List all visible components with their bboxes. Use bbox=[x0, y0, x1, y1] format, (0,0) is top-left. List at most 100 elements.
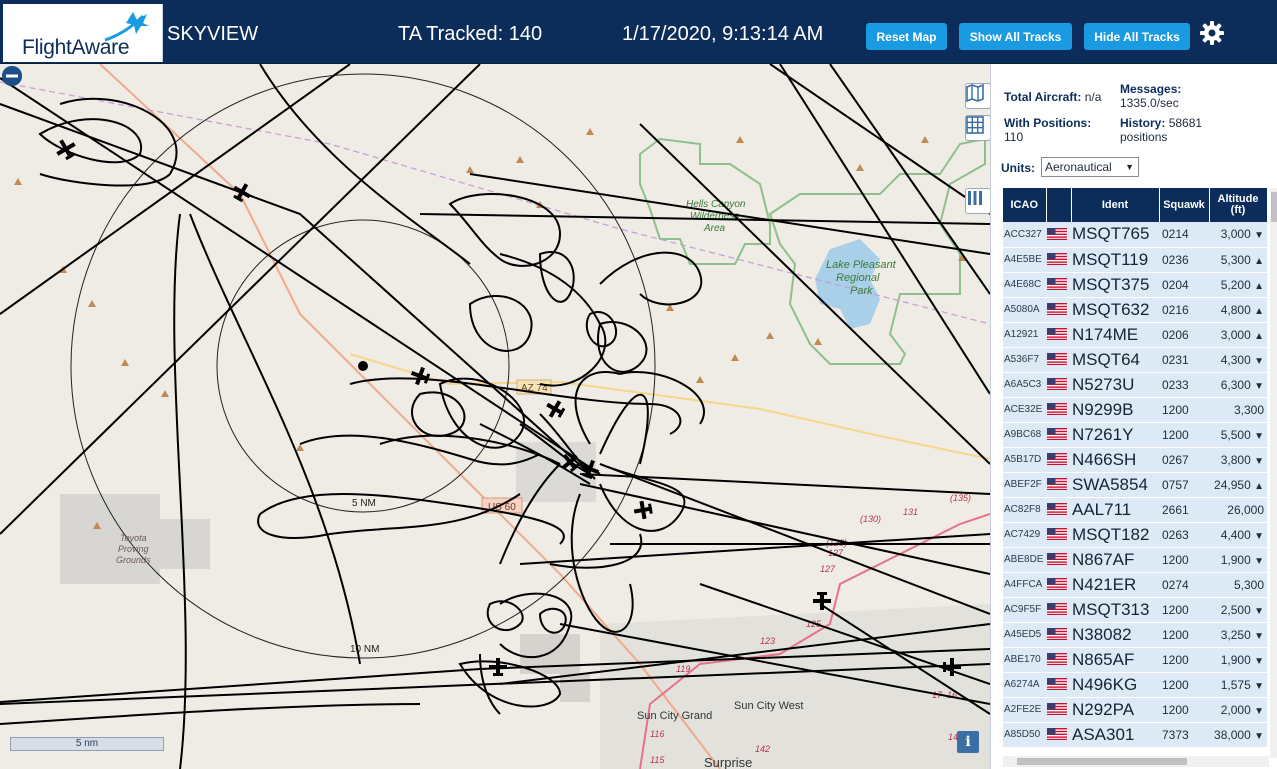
table-row[interactable]: AC7429 MSQT182 0263 4,400 ▼ bbox=[1003, 522, 1267, 548]
map-icon bbox=[966, 84, 984, 102]
table-row[interactable]: A12921 N174ME 0206 3,000 ▲ bbox=[1003, 322, 1267, 348]
table-row[interactable]: ACE32E N9299B 1200 3,300 bbox=[1003, 397, 1267, 423]
show-all-tracks-button[interactable]: Show All Tracks bbox=[959, 23, 1072, 50]
table-row[interactable]: ABE8DE N867AF 1200 1,900 ▼ bbox=[1003, 547, 1267, 573]
us-flag-icon bbox=[1047, 578, 1067, 591]
hide-all-tracks-button[interactable]: Hide All Tracks bbox=[1084, 23, 1190, 50]
aircraft-table-container[interactable]: ICAO Ident Squawk Altitude (ft) ACC327 MSQ… bbox=[1003, 188, 1267, 756]
row-squawk: 7373 bbox=[1159, 722, 1209, 748]
table-row[interactable]: ABEF2F SWA5854 0757 24,950 ▲ bbox=[1003, 472, 1267, 498]
table-row[interactable]: ABE170 N865AF 1200 1,900 ▼ bbox=[1003, 647, 1267, 673]
us-flag-icon bbox=[1047, 728, 1067, 741]
info-icon[interactable]: i bbox=[957, 731, 979, 753]
aircraft-panel: Total Aircraft: n/a Messages: 1335.0/sec… bbox=[990, 64, 1277, 769]
row-icao: A4FFCA bbox=[1003, 572, 1046, 598]
row-altitude: 6,300 ▼ bbox=[1209, 372, 1267, 398]
grid-toggle-button[interactable] bbox=[965, 115, 990, 141]
altitude-trend-icon: ▼ bbox=[1254, 730, 1264, 742]
row-ident: MSQT375 bbox=[1071, 272, 1159, 298]
altitude-trend-icon: ▼ bbox=[1254, 555, 1264, 567]
table-row[interactable]: A9BC68 N7261Y 1200 5,500 ▼ bbox=[1003, 422, 1267, 448]
map-layers-button[interactable] bbox=[965, 83, 990, 109]
column-header-icao[interactable]: ICAO bbox=[1003, 188, 1047, 222]
row-squawk: 1200 bbox=[1159, 422, 1209, 448]
us-flag-icon bbox=[1047, 253, 1067, 266]
row-altitude: 38,000 ▼ bbox=[1209, 722, 1267, 748]
history-value: 58681 bbox=[1168, 116, 1203, 130]
label-r119: 119 bbox=[676, 664, 690, 674]
row-flag bbox=[1046, 297, 1071, 323]
receiver-location-marker bbox=[358, 361, 368, 371]
table-row[interactable]: A4E5BE MSQT119 0236 5,300 ▲ bbox=[1003, 247, 1267, 273]
table-row[interactable]: A536F7 MSQT64 0231 4,300 ▼ bbox=[1003, 347, 1267, 373]
column-header-flag[interactable] bbox=[1046, 188, 1072, 222]
altitude-value: 6,300 bbox=[1220, 377, 1251, 392]
row-squawk: 1200 bbox=[1159, 622, 1209, 648]
columns-toggle-button[interactable] bbox=[965, 188, 990, 214]
table-row[interactable]: AC9F5F MSQT313 1200 2,500 ▼ bbox=[1003, 597, 1267, 623]
aircraft-table: ICAO Ident Squawk Altitude (ft) ACC327 MSQ… bbox=[1003, 188, 1267, 748]
row-altitude: 5,300 ▲ bbox=[1209, 247, 1267, 273]
row-ident: N38082 bbox=[1071, 622, 1159, 648]
map-canvas[interactable]: Hells Canyon Wilderness Area Lake Pleasa… bbox=[0, 64, 990, 769]
map-view[interactable]: Hells Canyon Wilderness Area Lake Pleasa… bbox=[0, 64, 990, 769]
total-aircraft-stat: Total Aircraft: n/a bbox=[1004, 90, 1101, 104]
horizontal-scroll-thumb[interactable] bbox=[1017, 758, 1187, 765]
column-header-altitude[interactable]: Altitude (ft) bbox=[1209, 188, 1267, 222]
horizontal-scrollbar[interactable] bbox=[1003, 756, 1269, 767]
column-header-ident[interactable]: Ident bbox=[1071, 188, 1160, 222]
altitude-value: 3,000 bbox=[1220, 227, 1251, 242]
with-positions-label: With Positions: bbox=[1004, 116, 1092, 130]
row-icao: A85D50 bbox=[1003, 722, 1046, 748]
total-aircraft-value: n/a bbox=[1084, 90, 1102, 104]
table-row[interactable]: A5080A MSQT632 0216 4,800 ▲ bbox=[1003, 297, 1267, 323]
table-row[interactable]: A4E68C MSQT375 0204 5,200 ▲ bbox=[1003, 272, 1267, 298]
settings-gear-icon[interactable] bbox=[1199, 20, 1225, 46]
urban-block bbox=[560, 674, 590, 702]
altitude-value: 1,575 bbox=[1220, 677, 1251, 692]
row-altitude: 2,000 ▼ bbox=[1209, 697, 1267, 723]
table-row[interactable]: A6A5C3 N5273U 0233 6,300 ▼ bbox=[1003, 372, 1267, 398]
us-flag-icon bbox=[1047, 328, 1067, 341]
row-squawk: 2661 bbox=[1159, 497, 1209, 523]
table-row[interactable]: A6274A N496KG 1200 1,575 ▼ bbox=[1003, 672, 1267, 698]
reset-map-button[interactable]: Reset Map bbox=[866, 23, 947, 50]
table-row[interactable]: A4FFCA N421ER 0274 5,300 bbox=[1003, 572, 1267, 598]
altitude-trend-icon: ▲ bbox=[1254, 480, 1264, 492]
us-flag-icon bbox=[1047, 628, 1067, 641]
altitude-trend-icon: ▼ bbox=[1254, 680, 1264, 692]
table-row[interactable]: ACC327 MSQT765 0214 3,000 ▼ bbox=[1003, 222, 1267, 248]
row-flag bbox=[1046, 447, 1071, 473]
messages-label: Messages: bbox=[1120, 82, 1182, 96]
label-r142: 142 bbox=[755, 744, 770, 754]
row-flag bbox=[1046, 722, 1071, 748]
column-header-squawk[interactable]: Squawk bbox=[1159, 188, 1210, 222]
row-squawk: 1200 bbox=[1159, 597, 1209, 623]
vertical-scrollbar[interactable] bbox=[1270, 188, 1277, 758]
vertical-scroll-thumb[interactable] bbox=[1271, 192, 1277, 222]
units-select[interactable]: Aeronautical ▼ bbox=[1041, 157, 1139, 177]
altitude-trend-icon: ▼ bbox=[1254, 530, 1264, 542]
label-lake-3: Park bbox=[850, 285, 873, 297]
row-squawk: 0267 bbox=[1159, 447, 1209, 473]
table-row[interactable]: AC82F8 AAL711 2661 26,000 bbox=[1003, 497, 1267, 523]
altitude-value: 38,000 bbox=[1214, 727, 1251, 742]
with-positions-stat: With Positions: 110 bbox=[1004, 116, 1091, 144]
row-ident: N466SH bbox=[1071, 447, 1159, 473]
total-aircraft-label: Total Aircraft: bbox=[1004, 90, 1082, 104]
row-icao: A2FE2E bbox=[1003, 697, 1046, 723]
us-flag-icon bbox=[1047, 303, 1067, 316]
table-row[interactable]: A5B17D N466SH 0267 3,800 ▼ bbox=[1003, 447, 1267, 473]
table-row[interactable]: A45ED5 N38082 1200 3,250 ▼ bbox=[1003, 622, 1267, 648]
row-icao: AC7429 bbox=[1003, 522, 1046, 548]
flightaware-logo[interactable]: FlightAware bbox=[3, 4, 163, 62]
row-squawk: 1200 bbox=[1159, 397, 1209, 423]
app-title: SKYVIEW bbox=[167, 23, 259, 45]
altitude-trend-icon: ▼ bbox=[1254, 380, 1264, 392]
zoom-out-icon[interactable] bbox=[0, 64, 24, 88]
table-row[interactable]: A2FE2E N292PA 1200 2,000 ▼ bbox=[1003, 697, 1267, 723]
us-flag-icon bbox=[1047, 278, 1067, 291]
row-ident: SWA5854 bbox=[1071, 472, 1159, 498]
table-row[interactable]: A85D50 ASA301 7373 38,000 ▼ bbox=[1003, 722, 1267, 748]
history-stat: History: 58681 positions bbox=[1120, 116, 1270, 144]
